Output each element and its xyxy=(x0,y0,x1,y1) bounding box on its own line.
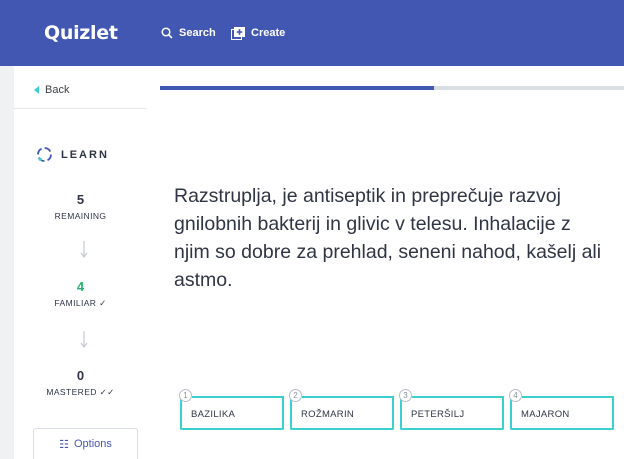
top-nav-bar: Quizlet Search Create xyxy=(0,0,624,66)
create-button[interactable]: Create xyxy=(231,0,285,66)
progress-bar xyxy=(160,86,624,90)
learn-mode-icon xyxy=(37,147,52,162)
answer-choice[interactable]: 3 PETERŠILJ xyxy=(399,389,504,430)
remaining-count: 5 xyxy=(76,192,85,207)
choice-number: 2 xyxy=(289,389,302,402)
quizlet-logo[interactable]: Quizlet xyxy=(44,22,118,44)
answer-choice[interactable]: 1 BAZILIKA xyxy=(179,389,284,430)
search-icon xyxy=(161,27,173,39)
familiar-count: 4 xyxy=(76,279,85,294)
familiar-stat: 4 FAMILIAR ✓ xyxy=(14,279,147,309)
back-label: Back xyxy=(45,84,70,96)
back-arrow-icon xyxy=(34,86,39,94)
mastered-stat: 0 MASTERED ✓✓ xyxy=(14,368,147,398)
search-label: Search xyxy=(179,27,216,39)
create-label: Create xyxy=(251,27,286,39)
choice-number: 4 xyxy=(509,389,522,402)
answer-choice[interactable]: 2 ROŽMARIN xyxy=(289,389,394,430)
learn-mode-header: LEARN xyxy=(36,146,109,163)
choice-label: MAJARON xyxy=(521,409,570,420)
create-plus-icon xyxy=(231,26,245,40)
down-arrow-icon xyxy=(80,331,88,348)
options-button[interactable]: ☷ Options xyxy=(33,428,138,459)
answer-choice[interactable]: 4 MAJARON xyxy=(509,389,614,430)
learn-mode-label: LEARN xyxy=(61,148,109,161)
choice-label: BAZILIKA xyxy=(191,409,236,420)
down-arrow-icon xyxy=(80,241,88,258)
back-button[interactable]: Back xyxy=(34,84,69,96)
progress-fill xyxy=(160,86,434,90)
choice-label: PETERŠILJ xyxy=(411,409,465,420)
familiar-label: FAMILIAR ✓ xyxy=(54,298,107,308)
sidebar-panel xyxy=(14,66,147,459)
sidebar-divider xyxy=(14,108,147,109)
choice-label: ROŽMARIN xyxy=(301,409,355,420)
choice-number: 3 xyxy=(399,389,412,402)
choice-number: 1 xyxy=(179,389,192,402)
mastered-count: 0 xyxy=(76,368,85,383)
remaining-stat: 5 REMAINING xyxy=(14,192,147,221)
question-prompt: Razstruplja, je antiseptik in preprečuje… xyxy=(174,185,602,291)
remaining-label: REMAINING xyxy=(54,211,107,221)
mastered-label: MASTERED ✓✓ xyxy=(46,387,115,397)
search-button[interactable]: Search xyxy=(161,0,216,66)
options-label: Options xyxy=(73,438,112,450)
sliders-icon: ☷ xyxy=(59,438,69,451)
